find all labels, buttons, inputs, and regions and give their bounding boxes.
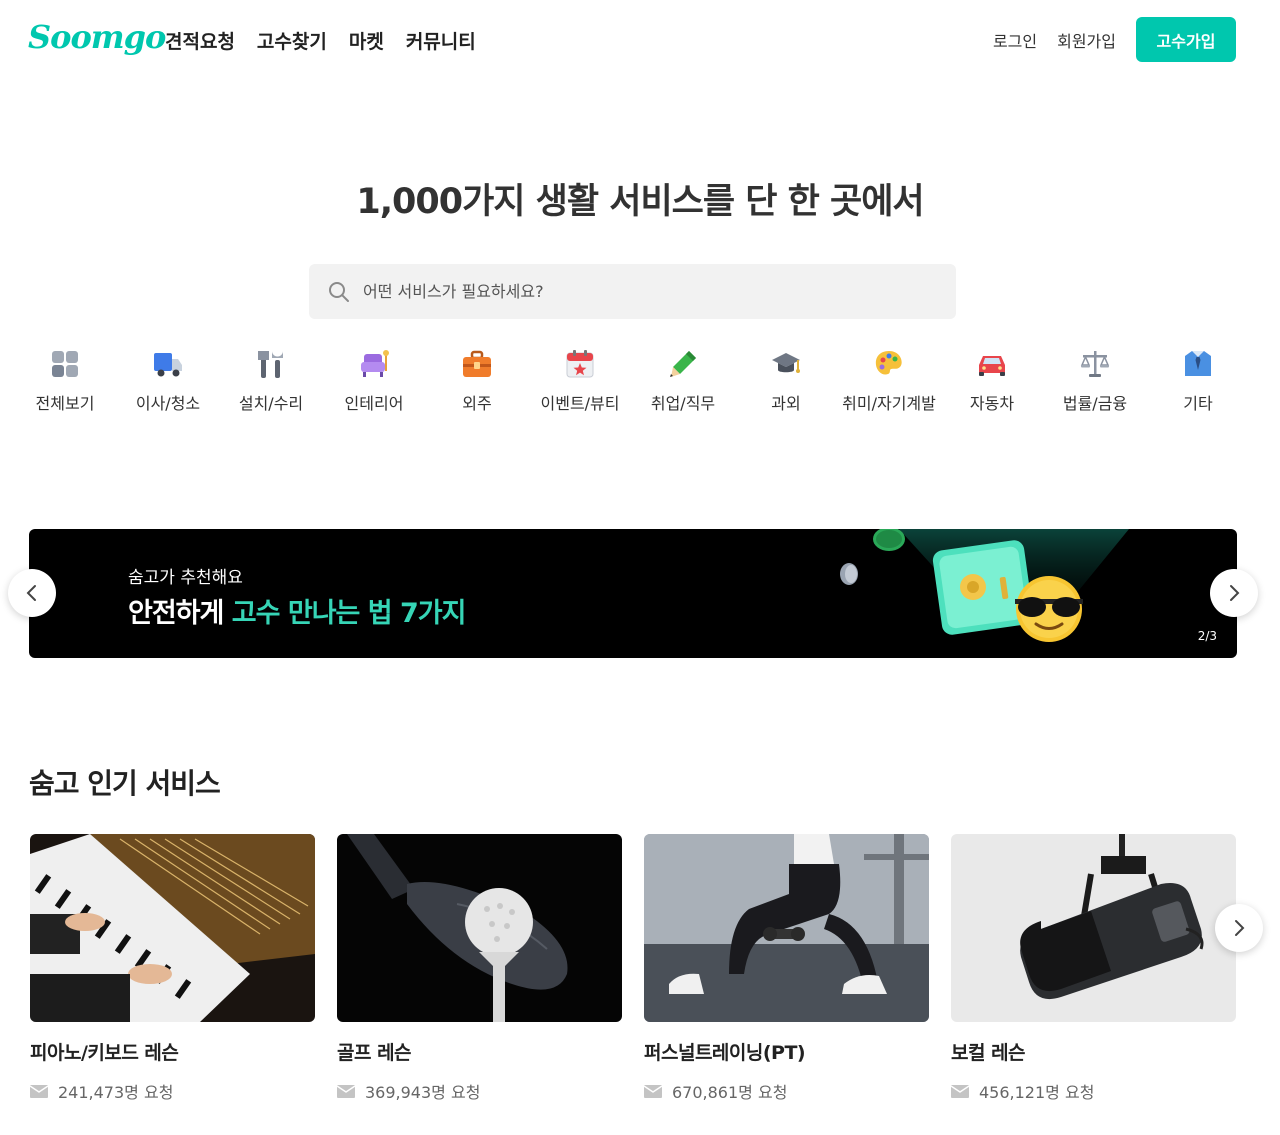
category-legal-finance[interactable]: 법률/금융 xyxy=(1045,348,1145,414)
category-event-beauty[interactable]: 이벤트/뷰티 xyxy=(530,348,630,414)
services-next-button[interactable] xyxy=(1215,904,1263,952)
category-all[interactable]: 전체보기 xyxy=(15,348,115,414)
banner-page-counter: 2/3 xyxy=(1197,629,1217,643)
tools-icon xyxy=(258,351,283,378)
header: Soomgo 견적요청 고수찾기 마켓 커뮤니티 로그인 회원가입 고수가입 xyxy=(0,0,1280,80)
category-label: 인테리어 xyxy=(344,394,404,413)
nav-item-market[interactable]: 마켓 xyxy=(349,27,384,54)
category-label: 기타 xyxy=(1183,394,1213,413)
category-label: 취업/직무 xyxy=(650,394,716,413)
category-outsourcing[interactable]: 외주 xyxy=(427,348,527,414)
golf-image xyxy=(337,834,622,1022)
service-meta: 456,121명 요청 xyxy=(951,1079,1236,1103)
category-label: 이사/청소 xyxy=(135,394,201,413)
category-etc[interactable]: 기타 xyxy=(1148,348,1248,414)
scale-icon xyxy=(1080,351,1110,377)
logo-text: Soomgo xyxy=(28,18,166,56)
chevron-left-icon xyxy=(26,585,36,601)
service-title: 보컬 레슨 xyxy=(951,1042,1026,1064)
category-label: 전체보기 xyxy=(35,394,95,413)
nav-item-community[interactable]: 커뮤니티 xyxy=(406,27,476,54)
category-label: 자동차 xyxy=(969,394,1015,413)
auth-area: 로그인 회원가입 고수가입 xyxy=(993,17,1236,62)
pencil-icon xyxy=(670,351,696,377)
palette-icon xyxy=(875,351,902,375)
service-card-vocal[interactable]: 보컬 레슨 456,121명 요청 xyxy=(951,834,1236,1103)
microphone-image xyxy=(951,834,1236,1022)
category-hobby[interactable]: 취미/자기계발 xyxy=(839,348,939,414)
chevron-right-icon xyxy=(1230,585,1240,601)
category-label: 과외 xyxy=(771,394,801,413)
promo-banner[interactable]: 숨고가 추천해요 안전하게 고수 만나는 법 7가지 2/3 xyxy=(29,529,1237,658)
search-input[interactable] xyxy=(363,282,923,301)
nav-item-request-quote[interactable]: 견적요청 xyxy=(165,27,235,54)
category-install-repair[interactable]: 설치/수리 xyxy=(221,348,321,414)
request-count: 369,943명 요청 xyxy=(365,1083,481,1102)
nav-item-find-pro[interactable]: 고수찾기 xyxy=(257,27,327,54)
search-box[interactable] xyxy=(309,264,956,319)
banner-title: 안전하게 고수 만나는 법 7가지 xyxy=(128,591,466,630)
graduation-cap-icon xyxy=(772,353,800,373)
category-bar: 전체보기 이사/청소 설치/수리 인테리어 외주 이벤트/뷰티 취업/직무 과외… xyxy=(15,348,1265,418)
envelope-icon xyxy=(30,1084,48,1098)
hero-title: 1,000가지 생활 서비스를 단 한 곳에서 xyxy=(356,182,924,222)
service-meta: 670,861명 요청 xyxy=(644,1079,929,1103)
category-label: 설치/수리 xyxy=(238,394,304,413)
chevron-right-icon xyxy=(1235,920,1245,936)
category-job[interactable]: 취업/직무 xyxy=(633,348,733,414)
banner-title-main: 안전하게 xyxy=(128,598,224,629)
popular-services-title: 숨고 인기 서비스 xyxy=(29,767,221,800)
request-count: 456,121명 요청 xyxy=(979,1083,1095,1102)
envelope-icon xyxy=(337,1084,355,1098)
service-meta: 369,943명 요청 xyxy=(337,1079,622,1103)
envelope-icon xyxy=(644,1084,662,1098)
category-moving-cleaning[interactable]: 이사/청소 xyxy=(118,348,218,414)
truck-icon xyxy=(154,353,182,377)
request-count: 241,473명 요청 xyxy=(58,1083,174,1102)
pro-join-button[interactable]: 고수가입 xyxy=(1136,17,1236,62)
banner-prev-button[interactable] xyxy=(8,569,56,617)
envelope-icon xyxy=(951,1084,969,1098)
calendar-icon xyxy=(566,350,594,378)
popular-services-list: 피아노/키보드 레슨 241,473명 요청 골프 레슨 369,943명 요청 xyxy=(30,834,1280,1114)
fitness-image xyxy=(644,834,929,1022)
service-card-golf[interactable]: 골프 레슨 369,943명 요청 xyxy=(337,834,622,1103)
shirt-icon xyxy=(1185,351,1211,376)
grid-icon xyxy=(52,351,78,377)
category-interior[interactable]: 인테리어 xyxy=(324,348,424,414)
piano-image xyxy=(30,834,315,1022)
banner-title-highlight: 고수 만나는 법 7가지 xyxy=(231,598,467,629)
category-tutoring[interactable]: 과외 xyxy=(736,348,836,414)
service-meta: 241,473명 요청 xyxy=(30,1079,315,1103)
car-icon xyxy=(979,356,1005,376)
service-title: 퍼스널트레이닝(PT) xyxy=(644,1042,806,1064)
service-title: 골프 레슨 xyxy=(337,1042,412,1064)
request-count: 670,861명 요청 xyxy=(672,1083,788,1102)
soomgo-logo[interactable]: Soomgo xyxy=(28,18,166,60)
safe-emoji-illustration xyxy=(840,529,1129,642)
banner-next-button[interactable] xyxy=(1210,569,1258,617)
service-card-piano[interactable]: 피아노/키보드 레슨 241,473명 요청 xyxy=(30,834,315,1103)
category-label: 취미/자기계발 xyxy=(842,394,936,413)
search-icon xyxy=(327,280,351,304)
category-label: 외주 xyxy=(462,394,492,413)
service-title: 피아노/키보드 레슨 xyxy=(30,1042,179,1064)
category-label: 법률/금융 xyxy=(1062,394,1128,413)
category-label: 이벤트/뷰티 xyxy=(540,394,620,413)
category-car[interactable]: 자동차 xyxy=(942,348,1042,414)
sofa-icon xyxy=(361,350,389,377)
login-link[interactable]: 로그인 xyxy=(993,28,1037,52)
service-card-personal-training[interactable]: 퍼스널트레이닝(PT) 670,861명 요청 xyxy=(644,834,929,1103)
briefcase-icon xyxy=(463,350,491,377)
banner-subtitle: 숨고가 추천해요 xyxy=(128,568,243,588)
main-nav: 견적요청 고수찾기 마켓 커뮤니티 xyxy=(165,27,476,54)
signup-link[interactable]: 회원가입 xyxy=(1057,28,1116,52)
